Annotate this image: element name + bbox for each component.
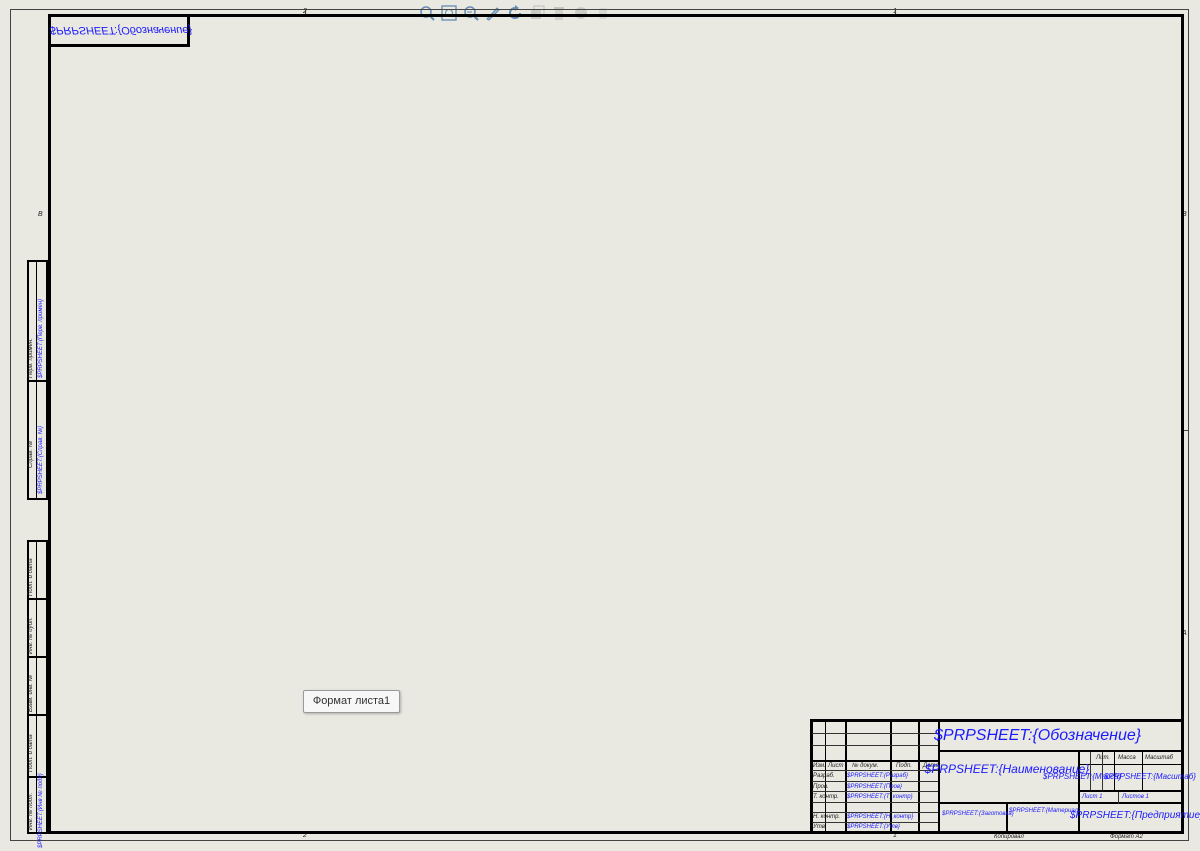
top-stamp-value: $PRPSHEET:{Обозначение}	[49, 24, 193, 36]
side-divider	[36, 262, 37, 498]
tb-surname-tkontr: $PRPSHEET:{Т_контр}	[847, 794, 913, 800]
tb-head-ndokum: № докум.	[852, 763, 879, 769]
side-divider	[27, 656, 48, 658]
perv-primen-label: Перв. примен.	[28, 338, 34, 378]
podp-data-2-label: Подп. и дата	[28, 734, 34, 772]
tb-sheets: Листов 1	[1122, 794, 1149, 800]
side-divider	[27, 380, 48, 382]
vzam-inv-label: Взам. инв. №	[28, 674, 34, 712]
tb-role-tkontr: Т. контр.	[813, 794, 839, 800]
top-stamp-text: $PRPSHEET:{Обозначение}	[30, 24, 212, 36]
tb-vline	[1142, 752, 1143, 790]
inv-podl-value: $PRPSHEET:{Инв № подл}	[38, 773, 44, 848]
tb-surname-utv: $PRPSHEET:{Утв}	[847, 824, 900, 830]
tb-hline	[1080, 764, 1184, 765]
tb-vline	[1114, 752, 1115, 790]
tb-hline	[812, 770, 938, 771]
tb-hline	[1080, 790, 1184, 792]
tb-head-list: Лист	[828, 763, 844, 769]
tb-hline	[812, 745, 938, 746]
tb-lit-label: Лит.	[1096, 755, 1111, 761]
tb-surname-prov: $PRPSHEET:{Пров}	[847, 784, 903, 790]
sheet-format-tooltip: Формат листа1	[303, 690, 400, 713]
tb-hline	[940, 802, 1184, 804]
tb-hline	[940, 750, 1184, 752]
tb-surname-nkontr: $PRPSHEET:{Н_контр}	[847, 814, 914, 820]
tb-hline	[812, 733, 938, 734]
zone-label-left-b: B	[38, 211, 43, 218]
perv-primen-value: $PRPSHEET:{Перв. примен}	[38, 298, 44, 378]
tb-sheet: Лист 1	[1082, 794, 1103, 800]
tb-vline	[1118, 792, 1119, 804]
tb-head-izm: Изм.	[813, 763, 826, 769]
podp-data-1-label: Подп. и дата	[28, 558, 34, 596]
tb-hline	[812, 812, 938, 813]
tb-surname-razrab: $PRPSHEET:{Разраб}	[847, 773, 908, 779]
side-divider	[27, 598, 48, 600]
side-divider	[36, 542, 37, 832]
tb-vline	[918, 721, 920, 832]
tb-head-podp: Подп.	[896, 763, 912, 769]
sprav-value: $PRPSHEET:{Справ. №}	[38, 425, 44, 494]
tb-role-nkontr: Н. контр.	[813, 814, 841, 820]
drawing-frame	[48, 14, 1184, 834]
tb-designation: $PRPSHEET:{Обозначение}	[934, 727, 1142, 744]
tb-hline	[812, 781, 938, 782]
tb-hline	[812, 791, 938, 792]
tb-hline	[812, 802, 938, 803]
inv-podl-label: Инв. № подл.	[28, 792, 34, 830]
tb-hline	[812, 822, 938, 823]
tb-role-utv: Утв.	[813, 824, 827, 830]
inv-dubl-label: Инв. № дубл.	[28, 617, 34, 654]
tb-role-prov: Пров.	[813, 784, 829, 790]
tb-hline	[812, 760, 938, 762]
tb-blank: $PRPSHEET:{Заготовка}	[942, 811, 1014, 817]
tb-role-razrab: Разраб.	[813, 773, 835, 779]
tb-format: Формат А2	[1110, 834, 1143, 840]
tb-scale-value: $PRPSHEET:{Масштаб}	[1104, 772, 1196, 781]
side-divider	[27, 714, 48, 716]
tb-mass-label: Масса	[1118, 755, 1136, 761]
tb-scale-label: Масштаб	[1145, 755, 1174, 761]
tb-copied: Копировал	[994, 834, 1024, 840]
tb-vline	[1006, 804, 1008, 832]
tb-enterprise: $PRPSHEET:{Предприятие}	[1070, 810, 1200, 821]
sprav-label: Справ. №	[28, 440, 34, 468]
